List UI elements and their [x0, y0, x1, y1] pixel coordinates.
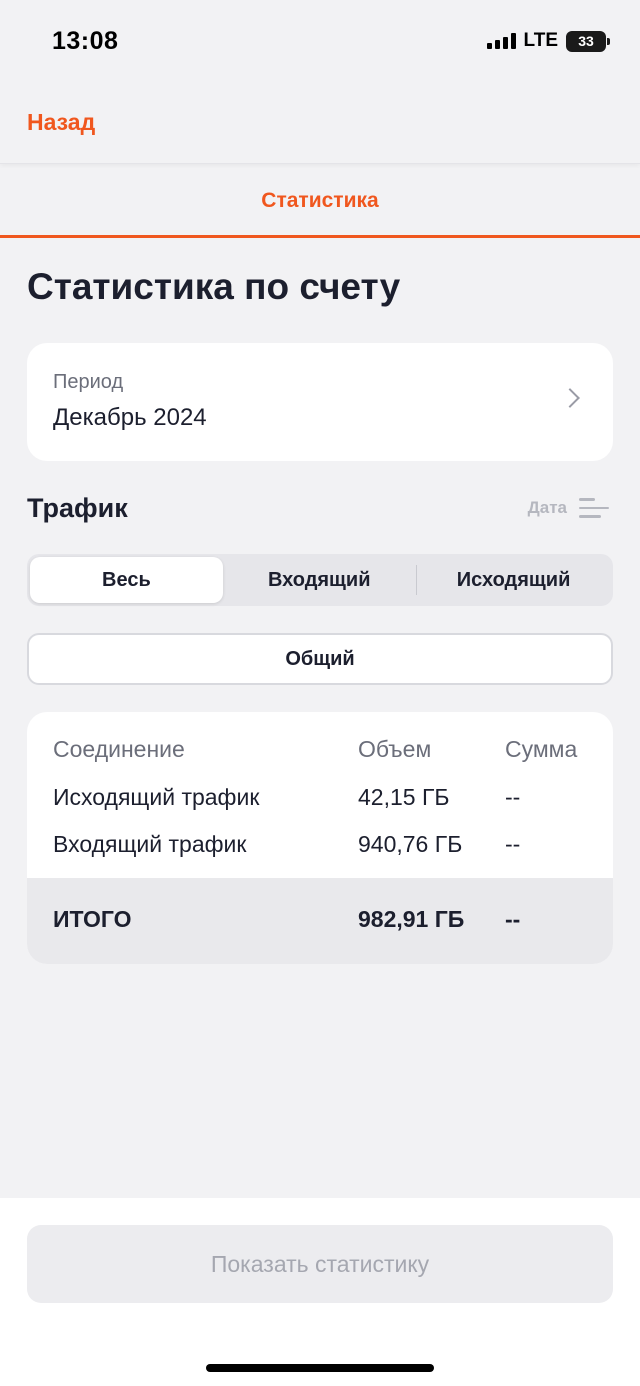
- header-connection: Соединение: [53, 736, 185, 762]
- bottom-bar: Показать статистику: [0, 1198, 640, 1386]
- period-selector[interactable]: Период Декабрь 2024: [27, 343, 613, 461]
- table-header: Соединение Объем Сумма: [27, 736, 613, 776]
- header-amount: Сумма: [505, 736, 578, 762]
- total-amount: --: [505, 906, 521, 932]
- sort-label: Дата: [527, 498, 567, 517]
- row-amount: --: [505, 784, 521, 810]
- back-button[interactable]: Назад: [27, 109, 95, 136]
- header-volume: Объем: [358, 736, 432, 762]
- total-volume: 982,91 ГБ: [358, 906, 465, 932]
- tab-statistics-label: Статистика: [261, 188, 379, 212]
- row-amount: --: [505, 831, 521, 857]
- sort-button[interactable]: Дата: [528, 498, 613, 518]
- status-bar: 13:08 LTE 33: [0, 0, 640, 82]
- table-row: Исходящий трафик 42,15 ГБ --: [27, 784, 613, 824]
- traffic-header: Трафик Дата: [27, 490, 613, 526]
- battery-icon: 33: [566, 30, 610, 52]
- table-total-row: ИТОГО 982,91 ГБ --: [27, 878, 613, 964]
- segment-all[interactable]: Весь: [30, 557, 223, 603]
- traffic-direction-tabs: Весь Входящий Исходящий: [27, 554, 613, 606]
- row-volume: 42,15 ГБ: [358, 784, 450, 810]
- nav-bar: Назад: [0, 82, 640, 164]
- status-time: 13:08: [52, 26, 119, 55]
- traffic-table: Соединение Объем Сумма Исходящий трафик …: [27, 712, 613, 964]
- page-title: Статистика по счету: [27, 266, 401, 307]
- signal-icon: [486, 33, 516, 49]
- home-indicator: [206, 1364, 434, 1372]
- network-type: LTE: [523, 30, 558, 51]
- traffic-title: Трафик: [27, 492, 128, 523]
- show-statistics-button[interactable]: Показать статистику: [27, 1225, 613, 1303]
- row-connection: Входящий трафик: [53, 831, 247, 857]
- sort-icon: [579, 498, 609, 518]
- status-indicators: LTE 33: [486, 30, 610, 52]
- table-row: Входящий трафик 940,76 ГБ --: [27, 831, 613, 871]
- total-label: ИТОГО: [53, 906, 132, 932]
- traffic-type-filter[interactable]: Общий: [27, 633, 613, 685]
- row-volume: 940,76 ГБ: [358, 831, 463, 857]
- period-value: Декабрь 2024: [53, 404, 207, 431]
- period-label: Период: [53, 371, 124, 393]
- segment-outgoing[interactable]: Исходящий: [417, 557, 610, 603]
- row-connection: Исходящий трафик: [53, 784, 260, 810]
- tab-statistics[interactable]: Статистика: [0, 166, 640, 238]
- segment-incoming[interactable]: Входящий: [223, 557, 416, 603]
